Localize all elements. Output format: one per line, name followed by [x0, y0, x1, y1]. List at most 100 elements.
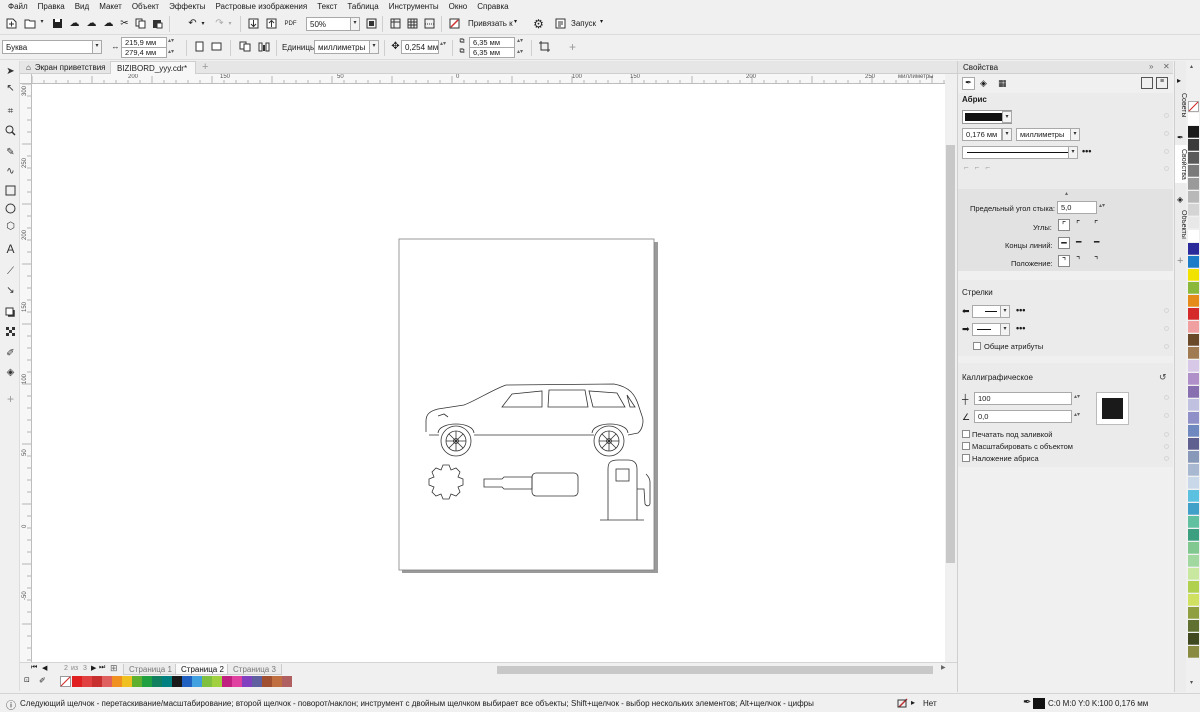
section-collapse-icon[interactable]: ▴: [1065, 190, 1068, 197]
palette-swatch[interactable]: [1188, 542, 1199, 554]
palette-swatch[interactable]: [1188, 581, 1199, 593]
text-tool-icon[interactable]: A: [3, 241, 18, 256]
menu-view[interactable]: Вид: [70, 0, 94, 13]
palette-swatch[interactable]: [1188, 308, 1199, 320]
palette-swatch[interactable]: [1188, 243, 1199, 255]
palette-swatch[interactable]: [1188, 282, 1199, 294]
document-palette-swatch[interactable]: [272, 676, 282, 687]
menu-bitmaps[interactable]: Растровые изображения: [210, 0, 312, 13]
menu-object[interactable]: Объект: [127, 0, 164, 13]
scale-with-object-checkbox[interactable]: [962, 442, 970, 450]
document-palette-swatch[interactable]: [252, 676, 262, 687]
angle-spin-icon[interactable]: ▴▾: [1074, 411, 1080, 418]
menu-help[interactable]: Справка: [472, 0, 513, 13]
palette-swatch[interactable]: [1188, 620, 1199, 632]
paste-icon[interactable]: [150, 16, 165, 31]
document-palette-swatch[interactable]: [172, 676, 182, 687]
docker-close-icon[interactable]: ✕: [1163, 62, 1170, 71]
side-tab-tips[interactable]: Советы: [1175, 89, 1187, 121]
palette-scroll-down-icon[interactable]: ▾: [1190, 679, 1193, 686]
cap-square-icon[interactable]: ━: [1094, 237, 1099, 248]
cloud-upload-icon[interactable]: ☁: [67, 16, 82, 31]
export-icon[interactable]: [264, 16, 279, 31]
portrait-icon[interactable]: [192, 39, 207, 54]
cloud-download-icon[interactable]: ☁: [84, 16, 99, 31]
nudge-distance-field[interactable]: 0,254 мм: [401, 40, 439, 54]
redo-icon[interactable]: ↷: [212, 16, 227, 31]
menu-file[interactable]: Файл: [3, 0, 33, 13]
last-page-icon[interactable]: ⏭: [99, 664, 105, 672]
all-pages-icon[interactable]: [237, 39, 252, 54]
show-rulers-icon[interactable]: [388, 16, 403, 31]
nib-stretch-field[interactable]: 100: [974, 392, 1072, 405]
palette-menu-icon[interactable]: ⊡: [24, 676, 30, 684]
dash-style-icons[interactable]: ⌐⌐⌐: [964, 163, 996, 172]
palette-eyedropper-icon[interactable]: ✐: [39, 676, 46, 685]
cap-butt-icon[interactable]: ━: [1058, 237, 1070, 249]
document-palette-swatch[interactable]: [282, 676, 292, 687]
document-palette-swatch[interactable]: [242, 676, 252, 687]
menu-layout[interactable]: Макет: [94, 0, 127, 13]
palette-swatch[interactable]: [1188, 607, 1199, 619]
line-style-more-icon[interactable]: •••: [1082, 146, 1091, 156]
connector-tool-icon[interactable]: ↘: [3, 283, 18, 298]
shared-attributes-checkbox[interactable]: [973, 342, 981, 350]
add-page-icon[interactable]: ⊞: [110, 663, 118, 674]
docker-collapse-icon[interactable]: »: [1149, 62, 1153, 71]
launch-label[interactable]: Запуск: [571, 19, 596, 28]
palette-swatch[interactable]: [1188, 230, 1199, 242]
landscape-icon[interactable]: [209, 39, 224, 54]
palette-swatch[interactable]: [1188, 269, 1199, 281]
zoom-dropdown-icon[interactable]: ▾: [350, 17, 360, 31]
document-palette-swatch[interactable]: [132, 676, 142, 687]
vertical-ruler[interactable]: 300 250 200 150 100 50 0 -50: [20, 84, 32, 662]
parallel-dimension-tool-icon[interactable]: ⟋: [3, 264, 18, 279]
prev-page-icon[interactable]: ◀: [42, 664, 47, 672]
new-document-icon[interactable]: [4, 16, 19, 31]
document-palette-swatch[interactable]: [222, 676, 232, 687]
outline-color-swatch[interactable]: [1033, 698, 1045, 709]
document-palette-swatch[interactable]: [182, 676, 192, 687]
palette-swatch[interactable]: [1188, 477, 1199, 489]
reset-icon[interactable]: ↺: [1159, 372, 1167, 383]
menu-edit[interactable]: Правка: [33, 0, 70, 13]
save-icon[interactable]: [50, 16, 65, 31]
nib-angle-field[interactable]: 0,0: [974, 410, 1072, 423]
paper-preset-dropdown-icon[interactable]: ▾: [92, 40, 102, 54]
document-palette-swatch[interactable]: [92, 676, 102, 687]
add-docker-icon[interactable]: +: [1177, 255, 1183, 267]
full-screen-icon[interactable]: [364, 16, 379, 31]
undo-icon[interactable]: ↶: [185, 16, 200, 31]
horizontal-ruler[interactable]: 200 150 50 0 100 150 200 250 миллиметры: [32, 74, 945, 84]
start-arrow-more-icon[interactable]: •••: [1016, 305, 1025, 315]
document-palette-swatch[interactable]: [142, 676, 152, 687]
scroll-right-icon[interactable]: ▶: [941, 664, 946, 671]
paper-preset-select[interactable]: Буква: [2, 40, 94, 54]
rectangle-tool-icon[interactable]: [3, 183, 18, 198]
no-color-swatch[interactable]: [60, 676, 71, 687]
palette-swatch[interactable]: [1188, 204, 1199, 216]
units-select[interactable]: миллиметры: [314, 40, 372, 54]
outline-width-dropdown-icon[interactable]: ▾: [1002, 128, 1012, 141]
tab-document[interactable]: BIZIBORD_yyy.cdr*: [110, 61, 196, 74]
nudge-spin-icon[interactable]: ▴▾: [440, 40, 446, 47]
polygon-tool-icon[interactable]: ⬡: [3, 219, 18, 234]
corner-miter-icon[interactable]: ⌜: [1058, 219, 1070, 231]
page-border-icon[interactable]: [537, 39, 552, 54]
document-palette-swatch[interactable]: [112, 676, 122, 687]
palette-swatch[interactable]: [1188, 451, 1199, 463]
palette-swatch[interactable]: [1188, 113, 1199, 125]
menu-text[interactable]: Текст: [312, 0, 342, 13]
document-palette-swatch[interactable]: [102, 676, 112, 687]
show-grid-icon[interactable]: [405, 16, 420, 31]
outline-color-dropdown-icon[interactable]: ▾: [1002, 111, 1012, 123]
export-pdf-icon[interactable]: PDF: [283, 16, 298, 31]
palette-swatch[interactable]: [1188, 321, 1199, 333]
launch-icon[interactable]: [553, 16, 568, 31]
launch-dropdown-icon[interactable]: ▾: [600, 18, 603, 25]
cut-icon[interactable]: ✂: [117, 16, 132, 31]
cap-round-icon[interactable]: ━: [1076, 237, 1081, 248]
document-palette-swatch[interactable]: [162, 676, 172, 687]
ellipse-tool-icon[interactable]: [3, 201, 18, 216]
palette-swatch[interactable]: [1188, 529, 1199, 541]
